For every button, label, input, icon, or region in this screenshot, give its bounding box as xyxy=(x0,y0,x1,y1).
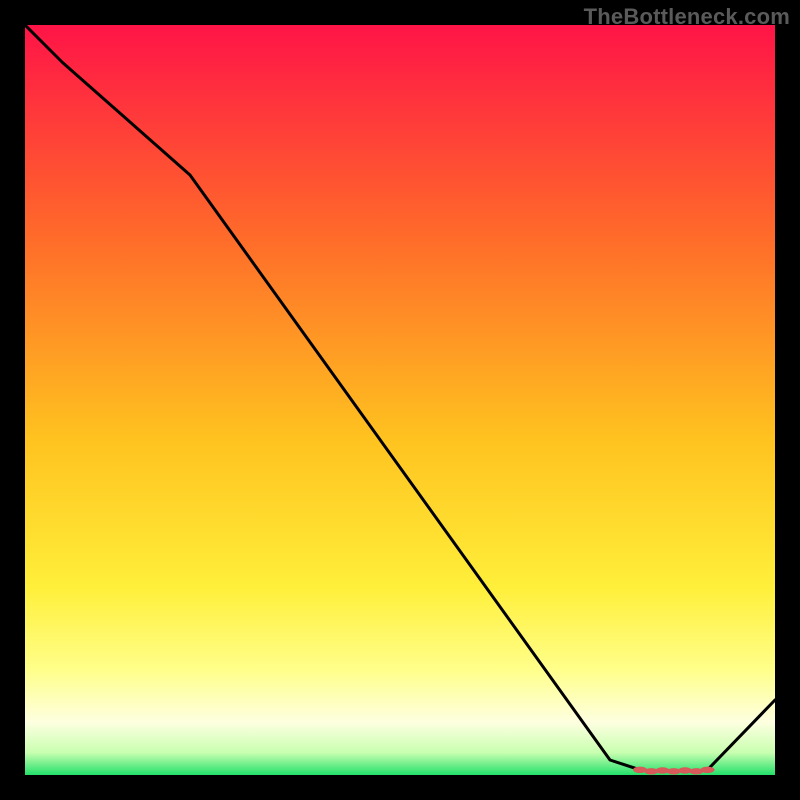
chart-svg xyxy=(25,25,775,775)
chart-plot xyxy=(25,25,775,775)
chart-gradient-background xyxy=(25,25,775,775)
chart-stage: TheBottleneck.com xyxy=(0,0,800,800)
series-marker xyxy=(701,767,715,773)
